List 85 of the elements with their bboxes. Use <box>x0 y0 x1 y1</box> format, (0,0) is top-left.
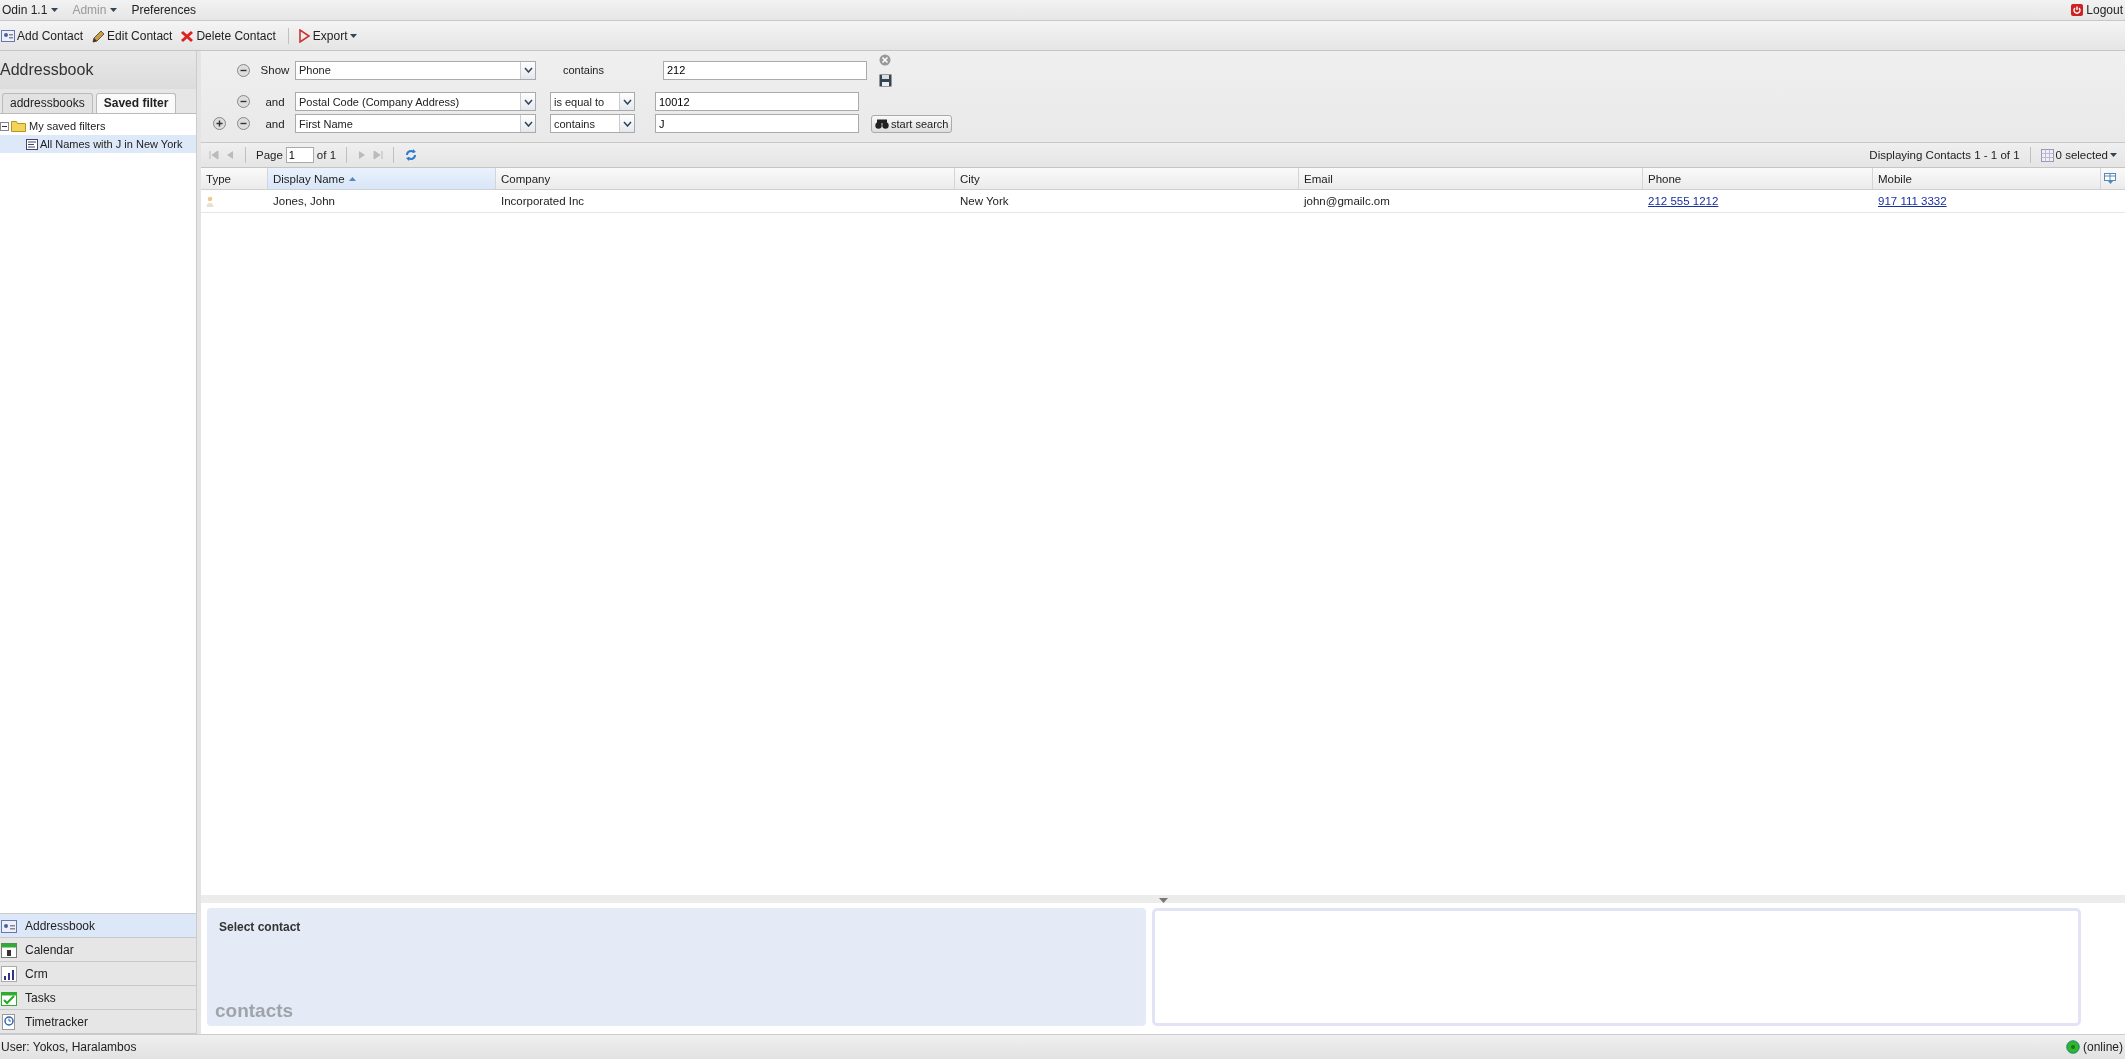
table-cell-text: Incorporated Inc <box>500 194 586 209</box>
selection-button[interactable]: 0 selected <box>2040 148 2117 162</box>
detail-title: Select contact <box>218 920 302 934</box>
collapse-icon[interactable] <box>0 121 9 131</box>
tab[interactable]: Saved filter <box>95 93 177 113</box>
caret-icon <box>2110 153 2117 157</box>
page-count: of 1 <box>316 149 337 161</box>
pdf-icon <box>296 28 311 43</box>
power-icon <box>2071 4 2084 16</box>
tree-item[interactable]: My saved filters <box>0 117 196 135</box>
filter-label: and <box>264 95 286 108</box>
operator-select[interactable]: contains <box>550 114 635 133</box>
refresh-icon[interactable] <box>404 148 419 162</box>
save-icon[interactable] <box>879 73 892 87</box>
caret-icon <box>110 8 118 12</box>
grid-icon <box>2040 148 2054 162</box>
tab[interactable]: addressbooks <box>2 93 93 113</box>
value-field[interactable]: 10012 <box>655 92 859 111</box>
column-header[interactable]: Email <box>1299 168 1643 189</box>
module-button[interactable]: Crm <box>0 962 196 986</box>
dropdown-icon <box>622 98 632 105</box>
caret-icon <box>349 33 357 38</box>
table-cell-text: Jones, John <box>272 194 336 209</box>
remove-icon[interactable] <box>236 63 250 77</box>
search-button[interactable]: start search <box>871 114 953 133</box>
filter-label: and <box>264 117 286 130</box>
person-icon <box>206 195 214 207</box>
caret-icon <box>51 8 59 12</box>
module-button[interactable]: Tasks <box>0 986 196 1010</box>
operator-select[interactable]: is equal to <box>550 92 635 111</box>
contact-card-icon <box>1 28 15 43</box>
phone-link[interactable]: 917 111 3332 <box>1878 195 1947 207</box>
value-field[interactable]: J <box>655 114 859 133</box>
sort-ascending-icon <box>348 176 356 181</box>
dropdown-icon <box>622 120 632 127</box>
add-icon[interactable] <box>212 117 226 130</box>
column-header[interactable]: Company <box>496 168 955 189</box>
connection-status: (online) <box>2082 1040 2123 1054</box>
toolbar-button[interactable]: Export <box>296 28 357 43</box>
dropdown-icon <box>523 120 533 127</box>
tree-item[interactable]: All Names with J in New York <box>0 135 196 153</box>
user-label: User: Yokos, Haralambos <box>1 1040 137 1054</box>
operator-label: contains <box>563 64 604 76</box>
table-cell-text: john@gmailc.om <box>1302 194 1391 209</box>
table-cell-text: New York <box>959 194 1010 209</box>
field-select[interactable]: First Name <box>295 114 536 133</box>
bar-chart-icon <box>1 965 17 982</box>
menu-item[interactable]: Preferences <box>131 3 197 17</box>
phone-link[interactable]: 212 555 1212 <box>1648 195 1719 207</box>
value-field[interactable]: 212 <box>663 60 867 80</box>
calendar-icon <box>1 941 17 958</box>
columns-menu-icon[interactable] <box>2104 173 2116 184</box>
column-header[interactable]: Phone <box>1643 168 1873 189</box>
list-icon <box>26 138 38 150</box>
binoculars-icon <box>875 118 889 129</box>
pencil-icon <box>91 28 106 43</box>
remove-icon[interactable] <box>236 117 250 130</box>
watermark-text: contacts <box>215 1000 295 1022</box>
contact-card-icon <box>1 917 17 934</box>
column-header[interactable]: Display Name <box>268 168 496 189</box>
logout-button[interactable]: Logout <box>2071 3 2123 17</box>
checklist-icon <box>1 989 17 1006</box>
clock-icon <box>1 1013 17 1030</box>
page-label: Page <box>256 149 283 161</box>
dropdown-icon <box>523 98 533 105</box>
field-select[interactable]: Phone <box>295 60 536 80</box>
toolbar-button[interactable]: Add Contact <box>1 28 84 43</box>
clear-icon[interactable] <box>879 53 891 66</box>
remove-icon[interactable] <box>236 95 250 108</box>
field-select[interactable]: Postal Code (Company Address) <box>295 92 536 111</box>
module-button[interactable]: Calendar <box>0 938 196 962</box>
filter-label: Show <box>259 64 291 76</box>
toolbar-button[interactable]: Delete Contact <box>180 28 276 43</box>
module-button[interactable]: Timetracker <box>0 1010 196 1034</box>
module-button[interactable]: Addressbook <box>0 914 196 938</box>
page-field[interactable]: 1 <box>285 147 314 163</box>
column-header[interactable]: Mobile <box>1873 168 2101 189</box>
panel-title: Addressbook <box>0 51 196 89</box>
menu-item[interactable]: Odin 1.1 <box>2 3 59 17</box>
column-header[interactable]: City <box>955 168 1299 189</box>
toolbar-button[interactable]: Edit Contact <box>91 28 173 43</box>
dropdown-icon <box>523 67 533 73</box>
display-info: Displaying Contacts 1 - 1 of 1 <box>1869 149 2020 161</box>
folder-icon <box>11 120 27 132</box>
delete-icon <box>180 28 195 43</box>
